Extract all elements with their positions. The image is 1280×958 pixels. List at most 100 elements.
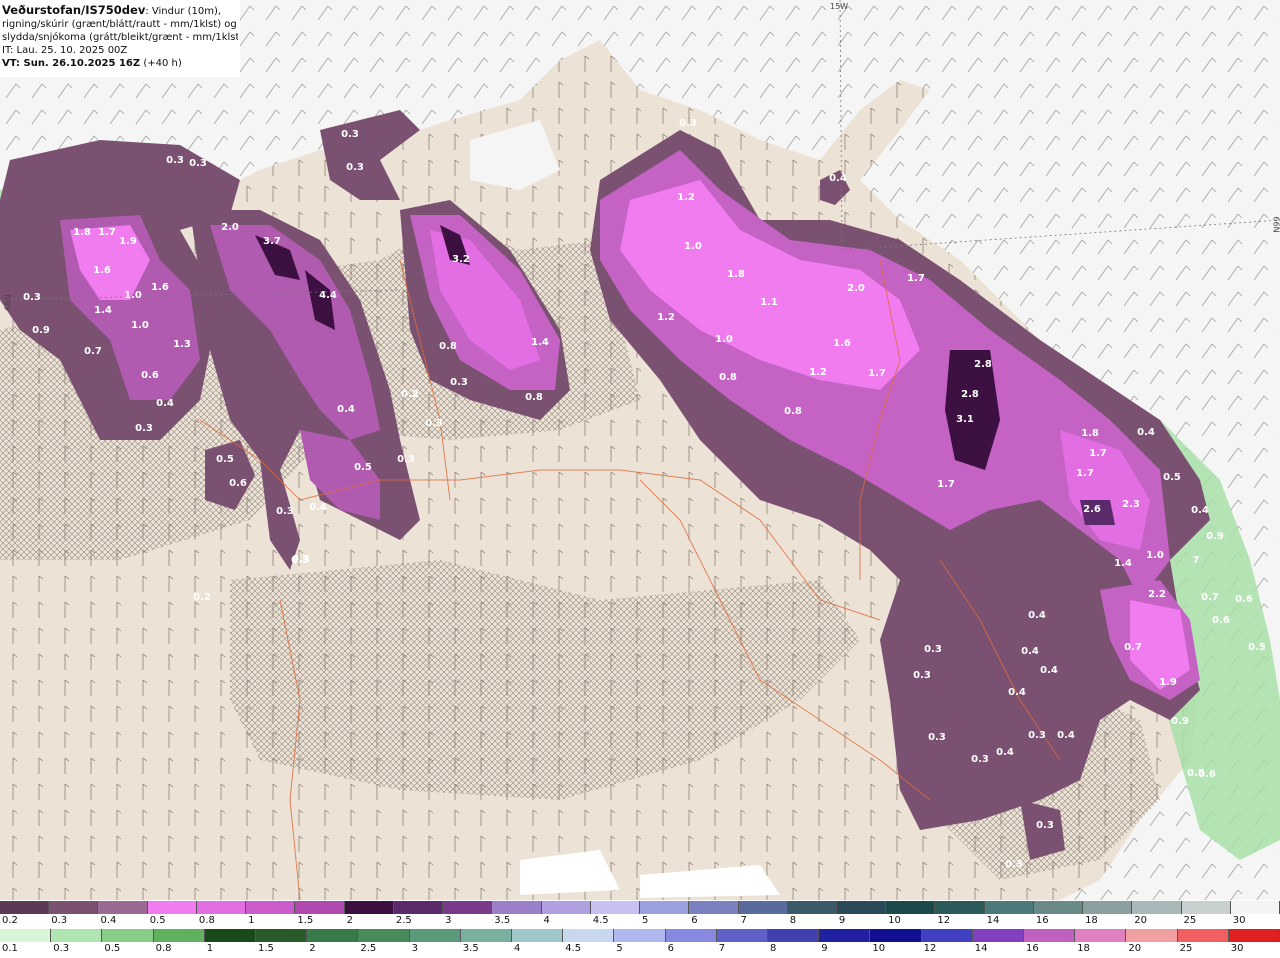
precip-value-label: 3.1: [956, 414, 974, 425]
scale-swatch: [1024, 929, 1076, 942]
scale-swatch: [1228, 929, 1280, 942]
scale-swatch: [153, 929, 205, 942]
precip-value-label: 1.7: [907, 273, 925, 284]
precip-value-label: 0.4: [1028, 610, 1046, 621]
scale-swatch: [1132, 901, 1182, 914]
scale-swatch: [443, 901, 493, 914]
scale-label: 7: [740, 915, 747, 926]
scale-swatch: [665, 929, 717, 942]
precip-value-label: 1.0: [1146, 550, 1164, 561]
precip-value-label: 0.3: [23, 292, 41, 303]
scale-label: 0.4: [100, 915, 117, 926]
scale-swatch: [512, 929, 564, 942]
precip-value-label: 2.0: [221, 222, 239, 233]
precip-value-label: 0.9: [1171, 716, 1189, 727]
scale-swatch: [836, 901, 887, 914]
scale-label: 30: [1232, 915, 1246, 926]
meridian-label-15w: 15W: [830, 2, 849, 11]
snow-color-scale: [0, 901, 1280, 914]
precip-value-label: 0.6: [1212, 615, 1230, 626]
precip-value-label: 0.3: [928, 732, 946, 743]
precip-value-label: 0.3: [1028, 730, 1046, 741]
scale-label: 8: [789, 915, 797, 926]
scale-label: 30: [1230, 943, 1244, 954]
scale-swatch: [246, 901, 296, 914]
scale-swatch: [614, 929, 666, 942]
scale-label: 20: [1134, 915, 1148, 926]
scale-swatch: [196, 901, 247, 914]
precip-value-label: 1.0: [124, 290, 142, 301]
precip-value-label: 1.0: [715, 334, 733, 345]
precip-value-label: 1.2: [657, 312, 675, 323]
scale-swatch: [716, 929, 769, 942]
map-header: Veðurstofan/IS750dev: Vindur (10m), rign…: [0, 0, 240, 77]
precip-value-label: 0.3: [189, 158, 207, 169]
scale-swatch: [738, 901, 788, 914]
scale-label: 2: [346, 915, 353, 926]
precip-value-label: 7: [1193, 555, 1200, 566]
precip-value-label: 1.2: [677, 192, 695, 203]
precip-value-label: 0.2: [193, 592, 211, 603]
precip-value-label: 0.4: [1191, 505, 1209, 516]
precip-value-label: 0.7: [84, 346, 102, 357]
scale-swatch: [1126, 929, 1178, 942]
precip-value-label: 0.6: [1198, 769, 1216, 780]
precip-value-label: 0.4: [996, 747, 1014, 758]
scale-label: 6: [667, 943, 674, 954]
precip-value-label: 0.4: [1040, 665, 1058, 676]
scale-label: 4.5: [592, 915, 609, 926]
scale-swatch: [0, 901, 50, 914]
precip-value-label: 0.3: [276, 506, 294, 517]
precip-value-label: 0.7: [1124, 642, 1142, 653]
precip-value-label: 0.4: [1008, 687, 1026, 698]
lead-time: (+40 h): [143, 58, 182, 69]
precip-value-label: 0.6: [229, 478, 247, 489]
scale-label: 0.3: [51, 915, 68, 926]
precip-value-label: 1.7: [1089, 448, 1107, 459]
precip-value-label: 0.4: [829, 173, 847, 184]
precip-value-label: 0.3: [450, 377, 468, 388]
precip-value-label: 0.9: [1206, 531, 1224, 542]
precip-value-label: 3.7: [263, 236, 281, 247]
precip-value-label: 1.6: [93, 265, 111, 276]
scale-swatch: [307, 929, 359, 942]
precip-value-label: 0.3: [913, 670, 931, 681]
scale-swatch: [984, 901, 1034, 914]
scale-swatch: [1230, 901, 1280, 914]
scale-label: 7: [718, 943, 726, 954]
scale-label: 8: [770, 943, 777, 954]
scale-swatch: [147, 901, 197, 914]
precip-value-label: 1.9: [1159, 677, 1177, 688]
rain-scale-labels: 0.1 0.3 0.5 0.8 1 1.5 2 2.5 3 3.5 4 4.5 5 6 7 8 9 10 12 14 1…: [0, 943, 1280, 957]
precip-value-label: 1.7: [868, 368, 886, 379]
scale-swatch: [492, 901, 542, 914]
precip-value-label: 1.0: [131, 320, 149, 331]
precip-value-label: 0.2: [401, 389, 419, 400]
scale-label: 0.8: [198, 915, 215, 926]
precip-value-label: 2.6: [1083, 504, 1101, 515]
precip-value-label: 2.0: [847, 283, 865, 294]
precip-value-label: 0.4: [1021, 646, 1039, 657]
legend-line-snow: slydda/snjókoma (grátt/bleikt/grænt - mm…: [2, 32, 238, 43]
precip-value-label: 0.3: [425, 418, 443, 429]
scale-swatch: [640, 901, 690, 914]
scale-label: 9: [821, 943, 828, 954]
precip-value-label: 0.4: [337, 404, 355, 415]
precip-value-label: 0.4: [309, 502, 327, 513]
scale-swatch: [1177, 929, 1229, 942]
precip-value-label: 0.6: [1235, 594, 1253, 605]
scale-swatch: [393, 901, 444, 914]
precip-value-label: 0.8: [439, 341, 457, 352]
scale-label: 3.5: [494, 915, 511, 926]
title-suffix: : Vindur (10m),: [145, 6, 222, 17]
precip-value-label: 1.2: [809, 367, 827, 378]
legend-line-rain: rigning/skúrir (grænt/blátt/rautt - mm/1…: [2, 19, 237, 30]
scale-swatch: [358, 929, 410, 942]
precip-value-label: 0.3: [1036, 820, 1054, 831]
precip-value-label: 3.2: [452, 254, 470, 265]
scale-label: 0.8: [155, 943, 172, 954]
scale-label: 3: [445, 915, 452, 926]
scale-swatch: [819, 929, 871, 942]
precip-value-label: 0.6: [141, 370, 159, 381]
scale-label: 0.2: [2, 915, 18, 926]
